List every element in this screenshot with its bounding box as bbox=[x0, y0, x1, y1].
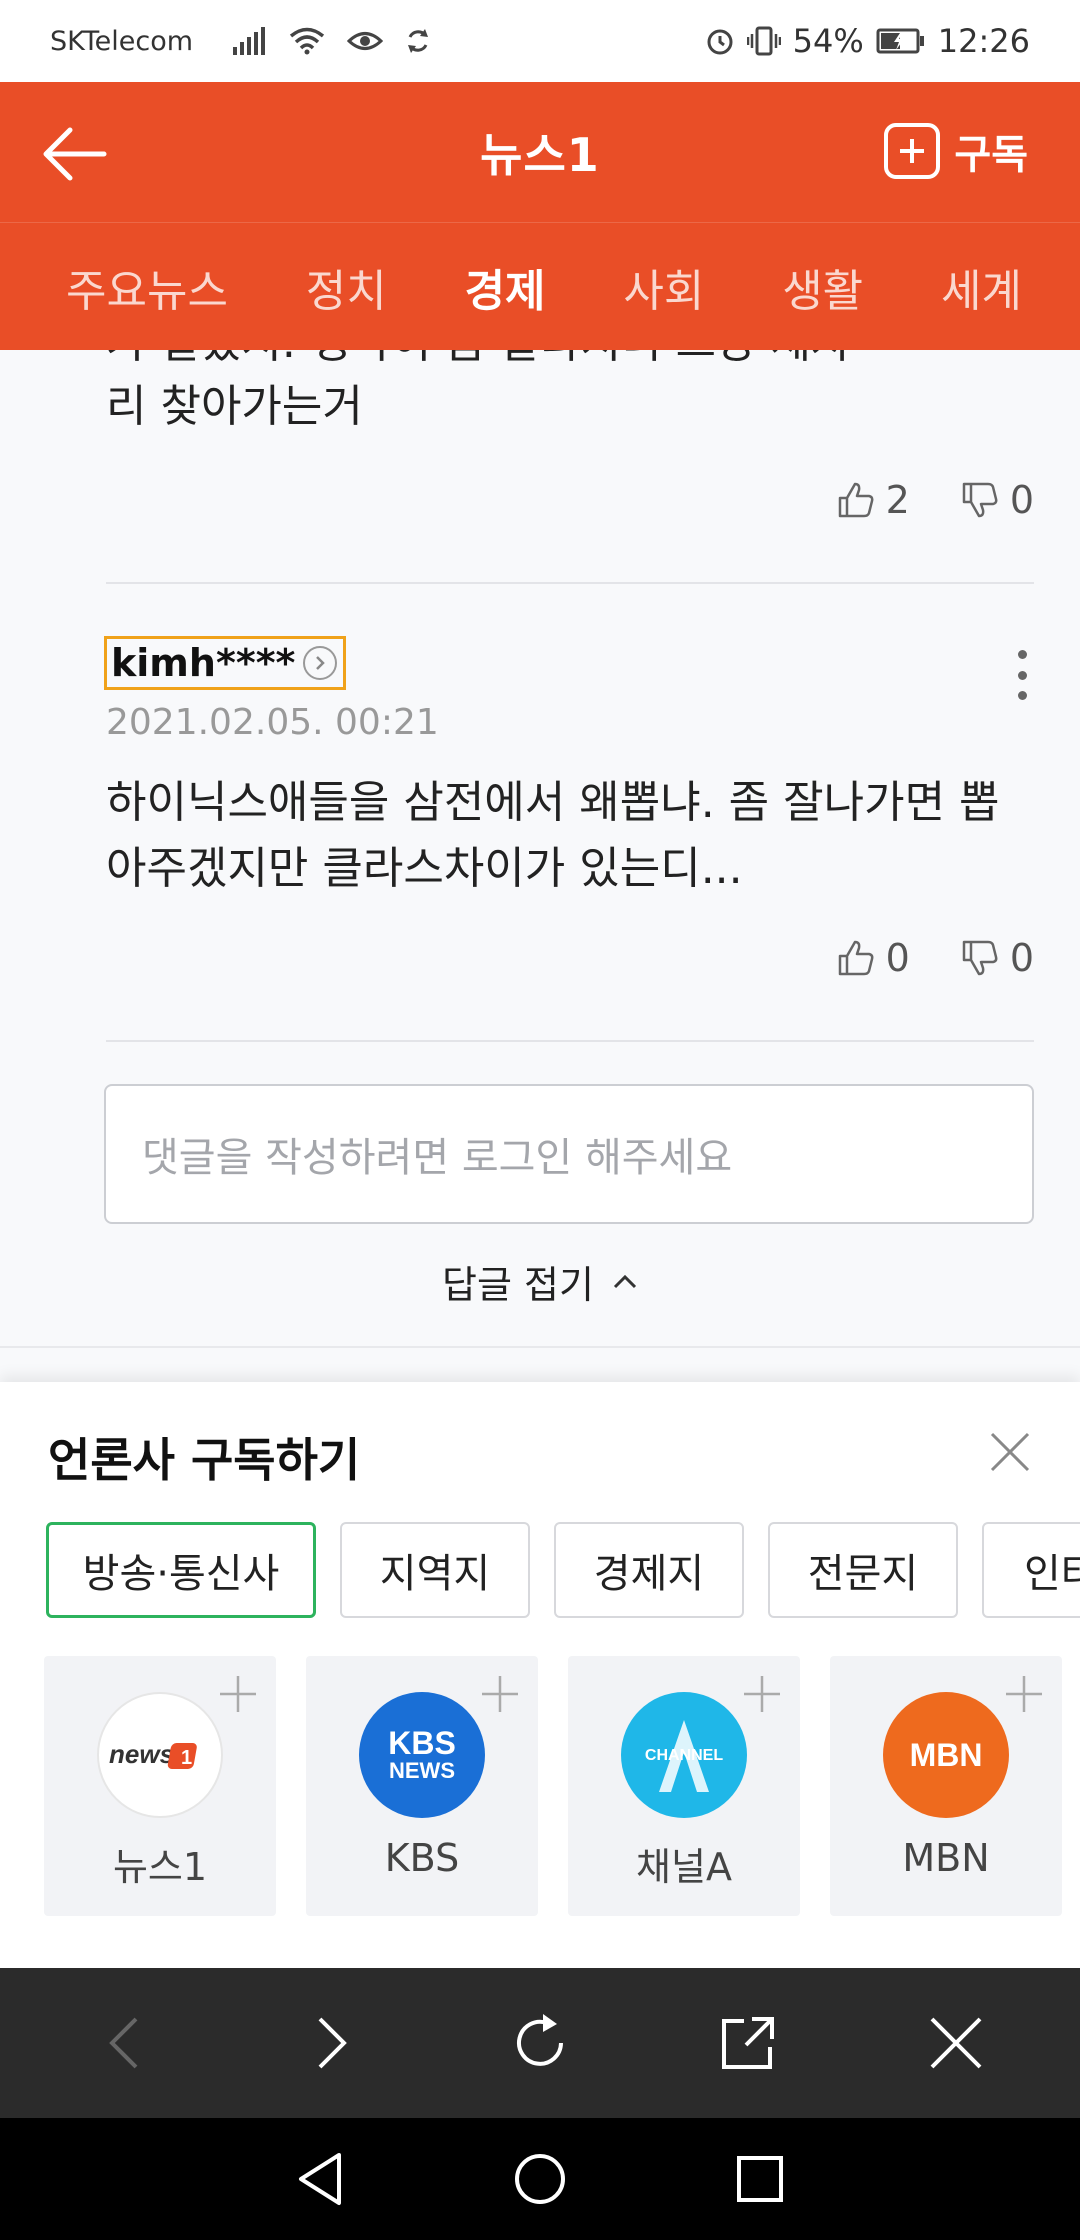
plus-icon bbox=[884, 123, 941, 179]
nav-recents-icon[interactable] bbox=[725, 2144, 795, 2214]
nav-back-icon[interactable] bbox=[285, 2144, 355, 2214]
tab-economy[interactable]: 경제 bbox=[465, 255, 546, 319]
status-bar: SKTelecom 54% 12:26 bbox=[0, 0, 1080, 82]
svg-text:NEWS: NEWS bbox=[389, 1758, 455, 1783]
chip-economy[interactable]: 경제지 bbox=[554, 1522, 744, 1618]
chevron-up-icon bbox=[613, 1274, 637, 1288]
clock: 12:26 bbox=[937, 22, 1030, 60]
browser-toolbar bbox=[0, 1968, 1080, 2118]
like-button[interactable]: 2 bbox=[836, 478, 910, 522]
comment-text: 리 찾아가는거 bbox=[106, 381, 363, 432]
comment-input[interactable]: 댓글을 작성하려면 로그인 해주세요 bbox=[104, 1084, 1034, 1224]
battery-charging-icon bbox=[876, 28, 926, 54]
chip-specialty[interactable]: 전문지 bbox=[768, 1522, 958, 1618]
signal-icon bbox=[233, 27, 267, 55]
category-chips: 방송·통신사 지역지 경제지 전문지 인터 bbox=[46, 1522, 1080, 1618]
close-icon[interactable] bbox=[988, 1430, 1032, 1474]
fold-label: 답글 접기 bbox=[442, 1263, 594, 1307]
tab-main-news[interactable]: 주요뉴스 bbox=[66, 255, 228, 319]
svg-text:CHANNEL: CHANNEL bbox=[645, 1747, 723, 1764]
channel-a-logo: CHANNEL bbox=[621, 1692, 747, 1818]
thumbs-up-icon bbox=[838, 482, 874, 518]
comment-partial-line: 가 알았지. 생각이 좀 달라지니 그냥 제자 bbox=[106, 350, 852, 370]
comment-reactions: 0 0 bbox=[836, 936, 1034, 980]
forward-icon[interactable] bbox=[292, 2003, 372, 2083]
subscribe-button[interactable]: 구독 bbox=[884, 122, 1028, 180]
press-name: 채널A bbox=[636, 1845, 732, 1889]
subscribe-sheet: 언론사 구독하기 방송·통신사 지역지 경제지 전문지 인터 news 1 뉴스1… bbox=[0, 1382, 1080, 1968]
chevron-right-icon bbox=[303, 646, 338, 680]
battery-percent: 54% bbox=[792, 22, 864, 60]
svg-text:news: news bbox=[109, 1739, 174, 1769]
system-navigation bbox=[0, 2118, 1080, 2240]
author-name: kimh**** bbox=[111, 641, 296, 685]
vibrate-icon bbox=[746, 26, 781, 56]
page-title: 뉴스1 bbox=[480, 128, 600, 182]
press-name: 뉴스1 bbox=[112, 1845, 208, 1889]
chip-regional[interactable]: 지역지 bbox=[340, 1522, 530, 1618]
dislike-button[interactable]: 0 bbox=[960, 478, 1034, 522]
share-icon[interactable] bbox=[708, 2003, 788, 2083]
tab-politics[interactable]: 정치 bbox=[306, 255, 387, 319]
comments-section: 가 알았지. 생각이 좀 달라지니 그냥 제자 리 찾아가는거 2 0 kimh… bbox=[0, 350, 1080, 1350]
like-count: 2 bbox=[885, 478, 910, 522]
close-browser-icon[interactable] bbox=[916, 2003, 996, 2083]
press-card-kbs[interactable]: KBS NEWS KBS bbox=[306, 1656, 538, 1916]
category-tabs: 주요뉴스 정치 경제 사회 생활 세계 bbox=[0, 222, 1080, 350]
svg-text:1: 1 bbox=[181, 1747, 192, 1769]
tab-world[interactable]: 세계 bbox=[941, 255, 1022, 319]
like-count: 0 bbox=[885, 936, 910, 980]
fold-replies-button[interactable]: 답글 접기 bbox=[0, 1254, 1080, 1309]
thumbs-up-icon bbox=[838, 940, 874, 976]
kbs-logo: KBS NEWS bbox=[359, 1692, 485, 1818]
comment-divider bbox=[106, 1040, 1034, 1042]
press-name: MBN bbox=[902, 1836, 990, 1880]
press-cards: news 1 뉴스1 KBS NEWS KBS CHANNEL 채널A MBN MB… bbox=[44, 1656, 1062, 1916]
add-icon[interactable] bbox=[218, 1674, 258, 1714]
sheet-title: 언론사 구독하기 bbox=[48, 1433, 361, 1487]
back-icon[interactable] bbox=[84, 2003, 164, 2083]
dislike-button[interactable]: 0 bbox=[960, 936, 1034, 980]
section-divider bbox=[0, 1346, 1080, 1348]
svg-text:MBN: MBN bbox=[910, 1737, 983, 1773]
more-options-icon[interactable] bbox=[1012, 650, 1032, 700]
nav-home-icon[interactable] bbox=[505, 2144, 575, 2214]
comment-date: 2021.02.05. 00:21 bbox=[106, 702, 439, 743]
comment-author[interactable]: kimh**** bbox=[104, 636, 347, 690]
chip-broadcast[interactable]: 방송·통신사 bbox=[46, 1522, 316, 1618]
news1-logo: news 1 bbox=[97, 1692, 223, 1818]
dislike-count: 0 bbox=[1009, 936, 1034, 980]
back-arrow-icon[interactable] bbox=[40, 118, 112, 190]
add-icon[interactable] bbox=[742, 1674, 782, 1714]
chip-internet[interactable]: 인터 bbox=[982, 1522, 1080, 1618]
carrier-label: SKTelecom bbox=[50, 25, 194, 57]
alarm-icon bbox=[705, 26, 735, 56]
press-name: KBS bbox=[384, 1836, 460, 1880]
svg-text:KBS: KBS bbox=[388, 1725, 456, 1761]
tab-life[interactable]: 생활 bbox=[782, 255, 863, 319]
sync-icon bbox=[405, 27, 431, 55]
thumbs-down-icon bbox=[962, 482, 998, 518]
press-card-channel-a[interactable]: CHANNEL 채널A bbox=[568, 1656, 800, 1916]
subscribe-label: 구독 bbox=[954, 132, 1028, 178]
app-header: 뉴스1 구독 bbox=[0, 82, 1080, 222]
comment-reactions: 2 0 bbox=[836, 478, 1034, 522]
tab-society[interactable]: 사회 bbox=[623, 255, 704, 319]
add-icon[interactable] bbox=[480, 1674, 520, 1714]
thumbs-down-icon bbox=[962, 940, 998, 976]
press-card-mbn[interactable]: MBN MBN bbox=[830, 1656, 1062, 1916]
eye-icon bbox=[347, 28, 384, 54]
dislike-count: 0 bbox=[1009, 478, 1034, 522]
comment-divider bbox=[106, 582, 1034, 584]
wifi-icon bbox=[289, 27, 325, 55]
mbn-logo: MBN bbox=[883, 1692, 1009, 1818]
comment-text: 하이닉스애들을 삼전에서 왜뽑냐. 좀 잘나가면 뽑아주겠지만 클라스차이가 있… bbox=[106, 777, 1000, 894]
press-card-news1[interactable]: news 1 뉴스1 bbox=[44, 1656, 276, 1916]
add-icon[interactable] bbox=[1004, 1674, 1044, 1714]
like-button[interactable]: 0 bbox=[836, 936, 910, 980]
refresh-icon[interactable] bbox=[500, 2003, 580, 2083]
